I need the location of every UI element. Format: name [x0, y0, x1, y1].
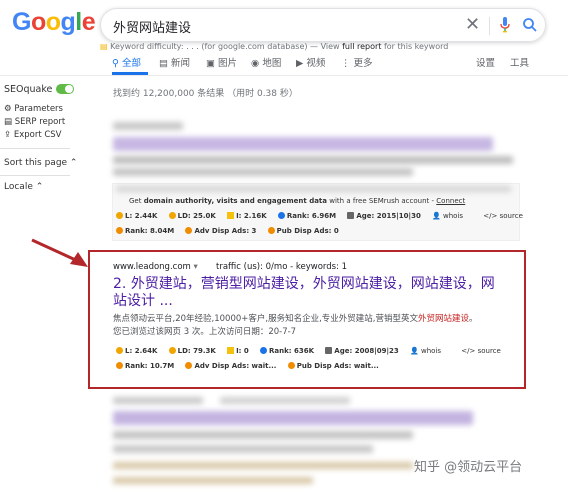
google-logo[interactable]: Google	[12, 8, 96, 37]
blurred-snippet	[113, 445, 373, 453]
blurred-url	[113, 397, 203, 404]
result-url[interactable]: www.leadong.com ▾	[113, 262, 198, 272]
close-icon[interactable]: ✕	[465, 14, 480, 35]
result-snippet: 焦点领动云平台,20年经验,10000+客户,服务知名企业,专业外贸建站,营销型…	[113, 314, 478, 337]
traffic-info: traffic (us): 0/mo - keywords: 1	[216, 262, 348, 272]
blurred-metrics	[116, 186, 511, 192]
tab-news[interactable]: ▤ 新闻	[159, 55, 190, 69]
sidebar-locale[interactable]: Locale ⌃	[4, 182, 43, 192]
blurred-metrics	[113, 462, 413, 469]
seo-metrics-row: Rank: 10.7M Adv Disp Ads: wait... Pub Di…	[116, 362, 388, 370]
blurred-title	[113, 137, 493, 151]
blurred-metrics	[113, 477, 313, 484]
sidebar-divider	[0, 148, 70, 149]
semrush-icon: ▤	[100, 42, 108, 51]
search-input[interactable]: 外贸网站建设	[113, 17, 191, 36]
tab-settings[interactable]: 设置	[476, 55, 495, 69]
seoquake-label: SEOquake	[4, 84, 53, 95]
tab-more[interactable]: ⋮ 更多	[341, 55, 373, 69]
search-icon[interactable]	[522, 17, 538, 33]
seo-metrics-row: L: 2.64K LD: 79.3K I: 0 Rank: 636K Age: …	[116, 347, 519, 355]
seo-metrics-row: L: 2.44K LD: 25.0K I: 2.16K Rank: 6.96M …	[116, 212, 541, 220]
semrush-promo: Get domain authority, visits and engagem…	[129, 197, 466, 205]
keyword-difficulty-bar: ▤ Keyword difficulty: . . . (for google.…	[100, 42, 449, 51]
chevron-down-icon[interactable]: ▾	[194, 262, 198, 272]
connect-link[interactable]: Connect	[436, 197, 465, 205]
seo-metrics-row: Rank: 8.04M Adv Disp Ads: 3 Pub Disp Ads…	[116, 227, 348, 235]
search-box[interactable]: 外贸网站建设 ✕	[100, 8, 546, 42]
header-divider	[0, 75, 568, 76]
blurred-traffic	[220, 397, 350, 404]
source-link[interactable]: </> source	[461, 347, 510, 355]
visited-note: 您已浏览过该网页 3 次。上次访问日期：20-7-7	[113, 327, 297, 337]
mic-icon[interactable]	[500, 17, 510, 33]
search-divider	[489, 17, 490, 35]
tab-all[interactable]: ⚲ 全部	[112, 55, 141, 69]
result-stats: 找到约 12,200,000 条结果 （用时 0.38 秒）	[113, 89, 298, 99]
blurred-snippet	[113, 156, 513, 164]
tab-videos[interactable]: ▶ 视频	[296, 55, 325, 69]
sidebar-sort-page[interactable]: Sort this page ⌃	[4, 158, 77, 168]
full-report-link[interactable]: full report	[342, 42, 381, 51]
whois-link[interactable]: 👤 whois	[432, 212, 472, 220]
zhihu-watermark: 知乎 @领动云平台	[414, 460, 523, 475]
source-link[interactable]: </> source	[483, 212, 532, 220]
blurred-url	[113, 122, 183, 130]
result-title[interactable]: 2. 外贸建站，营销型网站建设，外贸网站建设，网站建设，网站设计 ...	[113, 276, 508, 310]
whois-link[interactable]: 👤 whois	[410, 347, 450, 355]
tab-images[interactable]: ▣ 图片	[206, 55, 237, 69]
annotation-arrow-icon	[31, 238, 88, 267]
sidebar-item-parameters[interactable]: ⚙ Parameters	[4, 104, 63, 114]
blurred-title	[113, 411, 473, 425]
sidebar-divider	[0, 175, 70, 176]
tab-tools[interactable]: 工具	[510, 55, 529, 69]
blurred-snippet	[113, 168, 413, 176]
blurred-snippet	[113, 431, 413, 439]
tab-maps[interactable]: ◉ 地图	[251, 55, 281, 69]
seoquake-toggle[interactable]	[56, 84, 74, 94]
sidebar-item-export-csv[interactable]: ⇪ Export CSV	[4, 130, 62, 140]
sidebar-item-serp-report[interactable]: ▤ SERP report	[4, 117, 65, 127]
